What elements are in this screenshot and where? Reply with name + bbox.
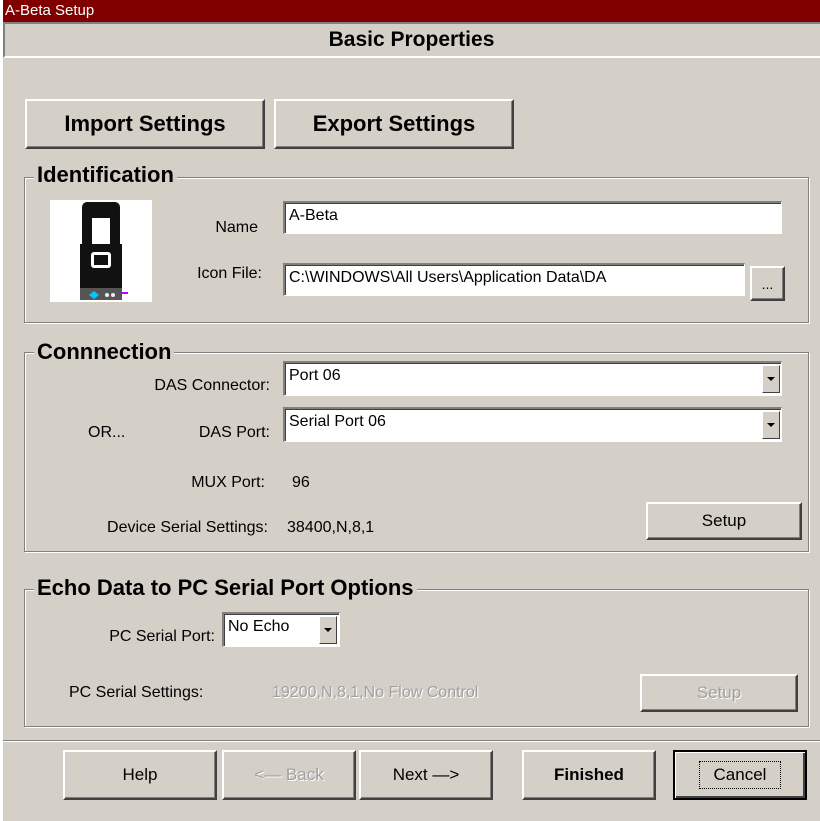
cancel-label: Cancel [698,761,782,789]
echo-legend: Echo Data to PC Serial Port Options [34,576,417,600]
mux-port-label: MUX Port: [191,474,265,491]
help-label: Help [122,765,158,784]
import-settings-label: Import Settings [64,111,226,136]
icon-file-field[interactable]: C:\WINDOWS\All Users\Application Data\DA [283,263,745,296]
chevron-down-icon[interactable] [762,365,780,393]
import-settings-button[interactable]: Import Settings [25,99,265,149]
back-button[interactable]: <— Back [222,750,356,800]
or-label: OR... [88,424,126,441]
next-button[interactable]: Next —> [359,750,493,800]
das-connector-select[interactable]: Port 06 [283,361,782,396]
das-port-select[interactable]: Serial Port 06 [283,407,782,442]
chevron-down-icon[interactable] [319,616,337,644]
device-serial-settings-label: Device Serial Settings: [107,519,268,536]
page-title: Basic Properties [328,28,495,51]
das-port-label: DAS Port: [198,424,270,441]
device-setup-label: Setup [701,511,747,530]
finished-button[interactable]: Finished [522,750,656,800]
device-setup-button[interactable]: Setup [646,502,802,540]
device-serial-settings-value: 38400,N,8,1 [287,519,375,536]
pc-setup-label: Setup [696,683,742,702]
connection-legend: Connnection [34,340,175,364]
das-connector-label: DAS Connector: [154,377,270,394]
pc-serial-settings-label: PC Serial Settings: [69,684,204,701]
help-button[interactable]: Help [63,750,217,800]
name-label: Name [215,219,258,236]
window-title: A-Beta Setup [5,2,95,19]
finished-label: Finished [554,765,624,784]
pc-setup-button[interactable]: Setup [640,674,798,712]
export-settings-button[interactable]: Export Settings [274,99,514,149]
title-bar: A-Beta Setup [3,0,820,22]
back-label: <— Back [254,765,324,784]
mux-port-value: 96 [292,474,310,491]
name-field[interactable]: A-Beta [283,201,782,234]
next-label: Next —> [392,765,460,784]
cancel-button[interactable]: Cancel [673,750,807,800]
browse-button[interactable]: ... [750,266,785,301]
device-icon [50,200,152,302]
pc-serial-settings-value: 19200,N,8,1,No Flow Control [272,684,479,701]
export-settings-label: Export Settings [312,111,476,136]
icon-file-label: Icon File: [197,265,262,282]
identification-legend: Identification [34,163,177,187]
footer-divider [3,740,820,742]
pc-serial-port-label: PC Serial Port: [109,628,215,645]
chevron-down-icon[interactable] [762,411,780,439]
browse-label: ... [761,275,774,292]
